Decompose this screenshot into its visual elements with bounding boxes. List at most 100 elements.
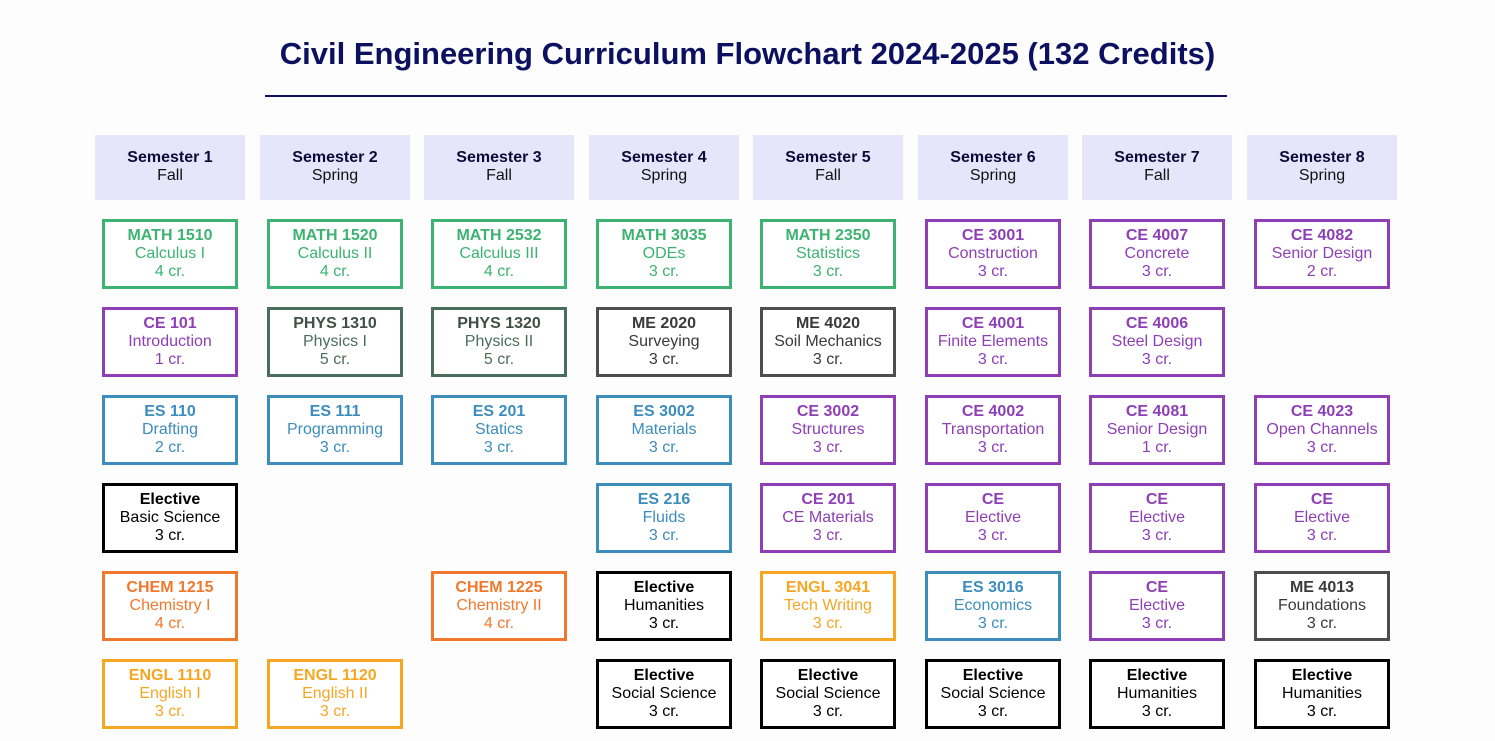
course-name: ODEs	[642, 245, 686, 262]
course-credits: 3 cr.	[1141, 527, 1173, 544]
semester-header-2: Semester 2 Spring	[260, 135, 410, 200]
course-box: CE 4082 Senior Design 2 cr.	[1254, 219, 1390, 289]
course-credits: 1 cr.	[1141, 439, 1173, 456]
course-code: CE 4081	[1125, 403, 1189, 420]
course-name: Physics I	[302, 333, 367, 350]
course-credits: 4 cr.	[154, 263, 186, 280]
course-name: Open Channels	[1266, 421, 1378, 438]
course-box: CE 3001 Construction 3 cr.	[925, 219, 1061, 289]
course-name: Senior Design	[1106, 421, 1208, 438]
course-name: Social Science	[611, 685, 717, 702]
course-credits: 3 cr.	[648, 439, 680, 456]
semester-name: Semester 5	[785, 149, 871, 166]
semester-name: Semester 4	[621, 149, 707, 166]
course-box: PHYS 1320 Physics II 5 cr.	[431, 307, 567, 377]
course-credits: 4 cr.	[483, 263, 515, 280]
course-name: English I	[139, 685, 201, 702]
semester-term: Spring	[640, 167, 688, 184]
semester-header-6: Semester 6 Spring	[918, 135, 1068, 200]
course-name: Economics	[953, 597, 1033, 614]
course-name: Calculus III	[459, 245, 539, 262]
course-credits: 3 cr.	[648, 615, 680, 632]
course-credits: 3 cr.	[154, 703, 186, 720]
semester-name: Semester 3	[456, 149, 542, 166]
course-box: CE 201 CE Materials 3 cr.	[760, 483, 896, 553]
course-name: Calculus I	[134, 245, 206, 262]
course-box: CE Elective 3 cr.	[925, 483, 1061, 553]
course-box: CE 4081 Senior Design 1 cr.	[1089, 395, 1225, 465]
course-code: MATH 3035	[621, 227, 707, 244]
course-code: ENGL 1120	[293, 667, 377, 684]
course-code: ME 2020	[631, 315, 697, 332]
course-name: Elective	[1128, 597, 1186, 614]
course-box: ES 3002 Materials 3 cr.	[596, 395, 732, 465]
course-code: Elective	[633, 579, 695, 596]
course-code: CHEM 1215	[126, 579, 214, 596]
course-credits: 3 cr.	[1141, 703, 1173, 720]
course-code: ES 3002	[633, 403, 695, 420]
course-box: CE 4007 Concrete 3 cr.	[1089, 219, 1225, 289]
course-box: Elective Humanities 3 cr.	[596, 571, 732, 641]
course-box: PHYS 1310 Physics I5 cr.	[267, 307, 403, 377]
course-name: Elective	[1128, 509, 1186, 526]
semester-term: Spring	[311, 167, 359, 184]
course-name: Fluids	[642, 509, 686, 526]
course-box: CE 4006 Steel Design 3 cr.	[1089, 307, 1225, 377]
course-code: ES 110	[144, 403, 196, 420]
course-code: CE	[1145, 579, 1169, 596]
course-box: CE Elective 3 cr.	[1089, 571, 1225, 641]
course-credits: 3 cr.	[648, 263, 680, 280]
course-credits: 3 cr.	[977, 527, 1009, 544]
course-code: CE 101	[143, 315, 197, 332]
course-box: ES 111 Programming 3 cr.	[267, 395, 403, 465]
course-credits: 3 cr.	[648, 351, 680, 368]
course-credits: 3 cr.	[319, 703, 351, 720]
course-credits: 3 cr.	[977, 703, 1009, 720]
course-code: MATH 1510	[127, 227, 213, 244]
course-name: Steel Design	[1111, 333, 1203, 350]
course-box: MATH 3035 ODEs 3 cr.	[596, 219, 732, 289]
semester-name: Semester 7	[1114, 149, 1200, 166]
curriculum-flowchart: Civil Engineering Curriculum Flowchart 2…	[0, 0, 1495, 741]
course-credits: 3 cr.	[154, 527, 186, 544]
course-credits: 3 cr.	[1306, 439, 1338, 456]
title-divider	[265, 95, 1227, 97]
course-name: Foundations	[1277, 597, 1367, 614]
course-box: CE 4001 Finite Elements 3 cr.	[925, 307, 1061, 377]
semester-name: Semester 6	[950, 149, 1036, 166]
semester-term: Fall	[1144, 167, 1170, 184]
semester-name: Semester 8	[1279, 149, 1365, 166]
course-box: ENGL 1110 English I3 cr.	[102, 659, 238, 729]
course-code: CE	[1145, 491, 1169, 508]
course-box: CE 4023 Open Channels 3 cr.	[1254, 395, 1390, 465]
course-code: Elective	[633, 667, 695, 684]
course-code: ME 4020	[795, 315, 861, 332]
course-name: Materials	[631, 421, 697, 438]
course-name: Statics	[474, 421, 523, 438]
course-credits: 3 cr.	[812, 527, 844, 544]
course-box: ES 110 Drafting 2 cr.	[102, 395, 238, 465]
course-name: Concrete	[1124, 245, 1190, 262]
course-code: Elective	[962, 667, 1024, 684]
course-name: Humanities	[1116, 685, 1198, 702]
course-credits: 4 cr.	[154, 615, 186, 632]
course-code: PHYS 1320	[457, 315, 541, 332]
course-credits: 3 cr.	[648, 527, 680, 544]
course-code: MATH 2532	[456, 227, 542, 244]
course-box: CE 3002 Structures 3 cr.	[760, 395, 896, 465]
course-box: ES 216 Fluids 3 cr.	[596, 483, 732, 553]
course-name: Senior Design	[1271, 245, 1373, 262]
semester-term: Fall	[157, 167, 183, 184]
course-credits: 3 cr.	[977, 615, 1009, 632]
course-credits: 3 cr.	[812, 351, 844, 368]
course-credits: 4 cr.	[319, 263, 351, 280]
course-code: Elective	[1126, 667, 1188, 684]
course-name: Social Science	[940, 685, 1046, 702]
course-box: MATH 1520 Calculus II 4 cr.	[267, 219, 403, 289]
course-code: MATH 2350	[785, 227, 871, 244]
course-code: CHEM 1225	[455, 579, 543, 596]
course-credits: 3 cr.	[812, 263, 844, 280]
course-box: ENGL 1120 English II 3 cr.	[267, 659, 403, 729]
course-name: Transportation	[941, 421, 1045, 438]
course-box: Elective Humanities 3 cr.	[1254, 659, 1390, 729]
